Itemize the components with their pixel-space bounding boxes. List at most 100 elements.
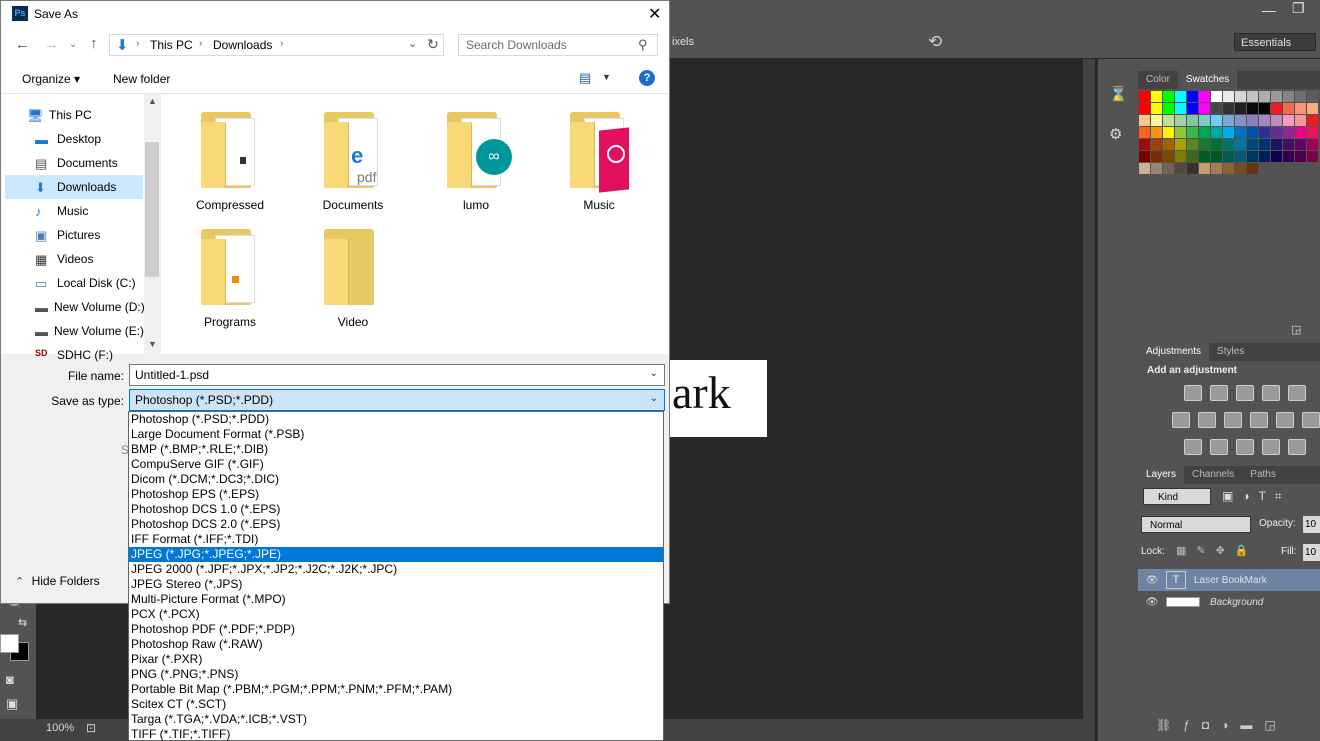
color-swatch[interactable] bbox=[1187, 127, 1198, 138]
color-swatch[interactable] bbox=[1187, 139, 1198, 150]
color-swatch[interactable] bbox=[1223, 103, 1234, 114]
color-swatch[interactable] bbox=[1307, 103, 1318, 114]
color-swatch[interactable] bbox=[1187, 115, 1198, 126]
save-type-option[interactable]: JPEG (*.JPG;*.JPEG;*.JPE) bbox=[129, 547, 663, 562]
forward-arrow-icon[interactable]: → bbox=[44, 36, 59, 53]
zoom-level[interactable]: 100% bbox=[46, 722, 74, 734]
color-swatch[interactable] bbox=[1163, 151, 1174, 162]
search-icon[interactable]: ⚲ bbox=[638, 37, 648, 53]
close-button[interactable]: ✕ bbox=[648, 4, 661, 24]
curves-icon[interactable] bbox=[1236, 385, 1254, 401]
save-type-option[interactable]: Dicom (*.DCM;*.DC3;*.DIC) bbox=[129, 472, 663, 487]
color-lookup-icon[interactable] bbox=[1302, 412, 1320, 428]
scroll-up-icon[interactable]: ▲ bbox=[148, 96, 157, 106]
save-type-value[interactable]: Photoshop (*.PSD;*.PDD) bbox=[135, 393, 273, 407]
lock-icons[interactable]: ▦✎✥🔒 bbox=[1176, 544, 1259, 557]
nav-tree-item[interactable]: ♪ Music bbox=[5, 199, 143, 223]
color-swatch[interactable] bbox=[1247, 115, 1258, 126]
minimize-button[interactable]: — bbox=[1262, 2, 1276, 18]
save-type-option[interactable]: Photoshop EPS (*.EPS) bbox=[129, 487, 663, 502]
restore-button[interactable]: ❐ bbox=[1292, 0, 1305, 17]
color-swatch[interactable] bbox=[1199, 103, 1210, 114]
color-swatch[interactable] bbox=[1163, 127, 1174, 138]
color-swatch[interactable] bbox=[1283, 103, 1294, 114]
recent-chevron-icon[interactable]: ⌄ bbox=[69, 39, 77, 50]
save-type-option[interactable]: JPEG 2000 (*.JPF;*.JPX;*.JP2;*.J2C;*.J2K… bbox=[129, 562, 663, 577]
color-swatch[interactable] bbox=[1199, 163, 1210, 174]
color-swatch[interactable] bbox=[1151, 151, 1162, 162]
color-swatch[interactable] bbox=[1247, 163, 1258, 174]
nav-tree-item[interactable]: ▤ Documents bbox=[5, 151, 143, 175]
exposure-icon[interactable] bbox=[1262, 385, 1280, 401]
color-swatch[interactable] bbox=[1271, 151, 1282, 162]
color-swatch[interactable] bbox=[1211, 151, 1222, 162]
color-swatch[interactable] bbox=[1247, 151, 1258, 162]
color-swatch[interactable] bbox=[1175, 139, 1186, 150]
color-swatch[interactable] bbox=[1163, 163, 1174, 174]
color-swatch[interactable] bbox=[1295, 115, 1306, 126]
opacity-input[interactable]: 10 bbox=[1303, 516, 1320, 533]
folder-item[interactable]: e pdf Documents bbox=[308, 112, 398, 212]
color-swatch[interactable] bbox=[1211, 115, 1222, 126]
file-name-input[interactable]: Untitled-1.psd ⌄ bbox=[129, 364, 665, 386]
tab-channels[interactable]: Channels bbox=[1184, 466, 1242, 484]
tab-adjustments[interactable]: Adjustments bbox=[1138, 343, 1210, 361]
refresh-icon[interactable]: ↻ bbox=[427, 36, 439, 53]
color-balance-icon[interactable] bbox=[1198, 412, 1216, 428]
color-swatch[interactable] bbox=[1235, 151, 1246, 162]
color-swatch[interactable] bbox=[1199, 139, 1210, 150]
color-swatch[interactable] bbox=[1151, 91, 1162, 102]
eye-icon[interactable]: 👁 bbox=[1138, 575, 1166, 586]
color-swatch[interactable] bbox=[1223, 91, 1234, 102]
color-swatch[interactable] bbox=[1307, 115, 1318, 126]
tab-layers[interactable]: Layers bbox=[1138, 466, 1185, 484]
color-swatch[interactable] bbox=[1151, 127, 1162, 138]
layer-row[interactable]: 👁 T Laser BookMark bbox=[1138, 569, 1320, 591]
color-swatch[interactable] bbox=[1271, 139, 1282, 150]
nav-tree-item[interactable]: ▦ Videos bbox=[5, 247, 143, 271]
folder-item[interactable]: Music bbox=[554, 112, 644, 212]
color-swatch[interactable] bbox=[1259, 139, 1270, 150]
color-swatch[interactable] bbox=[1223, 115, 1234, 126]
layer-filter-icons[interactable]: ▣◑T⌗ bbox=[1222, 489, 1291, 504]
color-swatch[interactable] bbox=[1211, 127, 1222, 138]
save-type-option[interactable]: Large Document Format (*.PSB) bbox=[129, 427, 663, 442]
color-swatch[interactable] bbox=[1247, 127, 1258, 138]
color-swatch[interactable] bbox=[1223, 127, 1234, 138]
file-name-value[interactable]: Untitled-1.psd bbox=[135, 368, 209, 382]
color-swatch[interactable] bbox=[1259, 127, 1270, 138]
color-swatch[interactable] bbox=[1163, 91, 1174, 102]
color-swatch[interactable] bbox=[1235, 139, 1246, 150]
color-swatch[interactable] bbox=[1223, 163, 1234, 174]
color-swatch[interactable] bbox=[1151, 163, 1162, 174]
nav-tree-item[interactable]: ▣ Pictures bbox=[5, 223, 143, 247]
levels-icon[interactable] bbox=[1210, 385, 1228, 401]
address-bar[interactable]: ⬇ › This PC › Downloads › ⌄ ↻ bbox=[109, 34, 444, 56]
save-type-option[interactable]: PCX (*.PCX) bbox=[129, 607, 663, 622]
color-swatch[interactable] bbox=[1187, 91, 1198, 102]
vibrance-icon[interactable] bbox=[1288, 385, 1306, 401]
nav-tree-item[interactable]: ▬ Desktop bbox=[5, 127, 143, 151]
layer-filter-kind[interactable]: Kind bbox=[1143, 488, 1211, 505]
save-type-option[interactable]: Portable Bit Map (*.PBM;*.PGM;*.PPM;*.PN… bbox=[129, 682, 663, 697]
new-swatch-icon[interactable]: ◲ bbox=[1291, 323, 1301, 336]
color-swatch[interactable] bbox=[1175, 91, 1186, 102]
help-button[interactable]: ? bbox=[639, 70, 655, 86]
color-swatch[interactable] bbox=[1235, 163, 1246, 174]
save-type-option[interactable]: Targa (*.TGA;*.VDA;*.ICB;*.VST) bbox=[129, 712, 663, 727]
color-swatch[interactable] bbox=[1187, 103, 1198, 114]
quick-mask-icon[interactable]: ◙ bbox=[6, 672, 14, 687]
tab-styles[interactable]: Styles bbox=[1209, 343, 1252, 361]
chevron-down-icon[interactable]: ⌄ bbox=[650, 368, 658, 379]
color-swatch[interactable] bbox=[1235, 127, 1246, 138]
layer-name[interactable]: Background bbox=[1210, 597, 1263, 608]
layer-row[interactable]: 👁 Background bbox=[1138, 591, 1320, 613]
color-swatch[interactable] bbox=[1295, 127, 1306, 138]
brightness-icon[interactable] bbox=[1184, 385, 1202, 401]
eye-icon[interactable]: 👁 bbox=[1138, 597, 1166, 608]
hide-folders-button[interactable]: ⌃ Hide Folders bbox=[15, 574, 100, 588]
color-swatch[interactable] bbox=[1295, 151, 1306, 162]
color-swatch[interactable] bbox=[1295, 103, 1306, 114]
nav-tree-item[interactable]: 🖥 This PC bbox=[5, 103, 143, 127]
save-type-option[interactable]: Scitex CT (*.SCT) bbox=[129, 697, 663, 712]
